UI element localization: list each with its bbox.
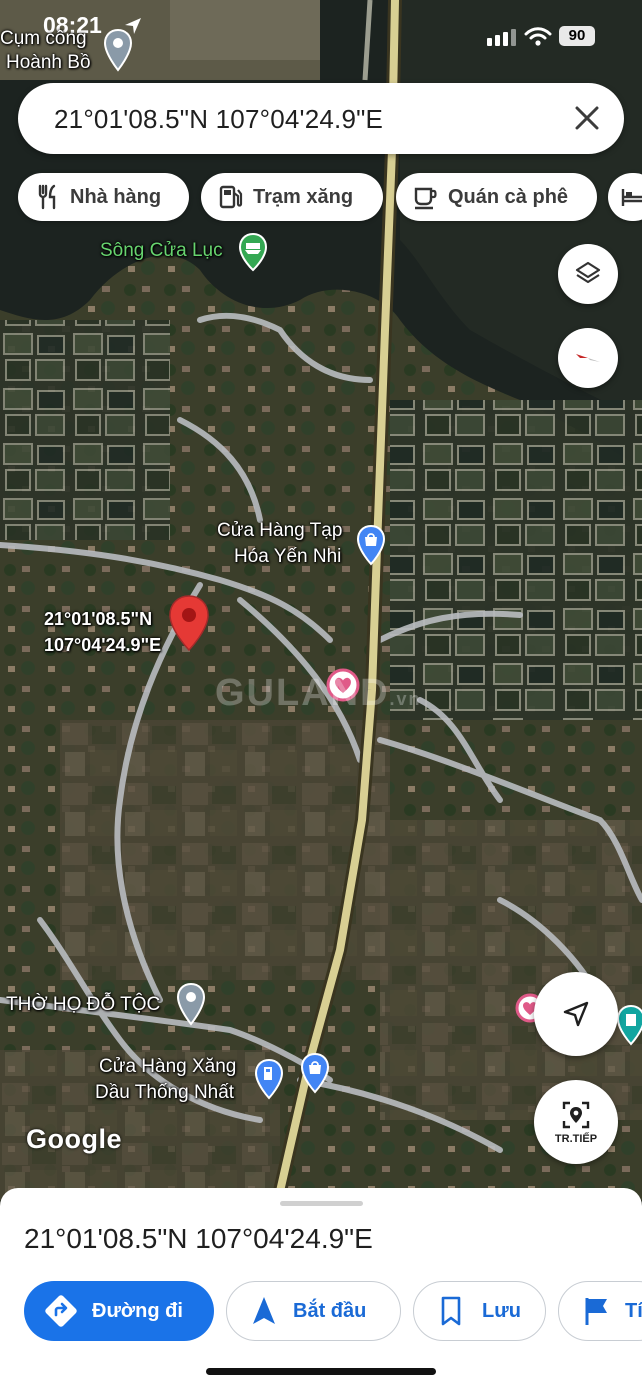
chip-label: Trạm xăng <box>253 185 354 208</box>
map-label-tho-ho[interactable]: THỜ HỌ ĐỖ TỘC <box>6 994 160 1016</box>
flag-icon <box>585 1298 607 1325</box>
coffee-icon <box>414 187 437 210</box>
search-query[interactable]: 21°01'08.5"N 107°04'24.9"E <box>54 104 383 135</box>
battery-indicator: 90 <box>559 26 595 46</box>
compass-icon <box>576 354 600 362</box>
dropped-pin-icon[interactable] <box>168 594 210 652</box>
place-pin-icon[interactable] <box>103 28 133 72</box>
chip-gas-stations[interactable]: Trạm xăng <box>201 173 383 221</box>
place-title: 21°01'08.5"N 107°04'24.9"E <box>24 1223 373 1254</box>
signal-bar-icon <box>511 29 516 46</box>
chip-restaurants[interactable]: Nhà hàng <box>18 173 189 221</box>
save-button[interactable]: Lưu <box>413 1281 546 1341</box>
place-sheet[interactable]: 21°01'08.5"N 107°04'24.9"E Đường đi Bắt … <box>0 1188 642 1389</box>
close-icon[interactable] <box>572 103 602 133</box>
chip-coffee[interactable]: Quán cà phê <box>396 173 597 221</box>
directions-icon <box>45 1295 77 1327</box>
label-button[interactable]: Tí <box>558 1281 642 1341</box>
pin-label-coord-lat[interactable]: 21°01'08.5"N <box>44 608 152 630</box>
layers-icon <box>575 261 601 284</box>
chip-label: Nhà hàng <box>70 185 162 208</box>
gas-station-icon <box>219 185 243 209</box>
wifi-icon <box>524 27 552 46</box>
watermark: GULAND.vn <box>215 672 422 715</box>
label-text: Tí <box>625 1299 642 1322</box>
directions-label: Đường đi <box>92 1299 183 1322</box>
status-bar: 08:21 90 <box>0 0 642 60</box>
gas-station-pin-icon[interactable] <box>254 1058 284 1100</box>
navigation-arrow-icon <box>563 1001 589 1027</box>
map-label-xang-2[interactable]: Dầu Thống Nhất <box>95 1082 234 1104</box>
signal-bar-icon <box>487 38 492 46</box>
save-label: Lưu <box>482 1299 521 1322</box>
map-label-hoanh-bo[interactable]: Hoành Bồ <box>6 52 91 74</box>
hotel-icon <box>621 189 642 206</box>
signal-bar-icon <box>503 32 508 46</box>
google-logo: Google <box>26 1124 122 1154</box>
my-location-button[interactable] <box>534 972 618 1056</box>
pin-label-coord-lon[interactable]: 107°04'24.9"E <box>44 634 161 656</box>
map-label-xang-1[interactable]: Cửa Hàng Xăng <box>99 1056 236 1078</box>
chip-label: Quán cà phê <box>448 185 569 208</box>
search-box[interactable]: 21°01'08.5"N 107°04'24.9"E <box>18 83 624 154</box>
map-label-tap-hoa-1[interactable]: Cửa Hàng Tạp <box>217 520 342 542</box>
watermark-suffix: .vn <box>389 689 422 709</box>
start-button[interactable]: Bắt đầu <box>226 1281 401 1341</box>
shopping-pin-icon[interactable] <box>300 1052 330 1094</box>
next-label: TR.TIẾP <box>554 1133 598 1145</box>
bookmark-icon <box>441 1296 461 1326</box>
map-label-cum-cong[interactable]: Cụm công <box>0 28 87 50</box>
layers-button[interactable] <box>558 244 618 304</box>
next-place-icon <box>562 1101 590 1129</box>
signal-bar-icon <box>495 35 500 46</box>
sheet-drag-handle[interactable] <box>280 1201 363 1206</box>
home-indicator <box>206 1368 436 1375</box>
next-button[interactable]: TR.TIẾP <box>534 1080 618 1164</box>
ferry-pin-icon[interactable] <box>238 232 268 272</box>
watermark-text: GULAND <box>215 672 390 714</box>
map-label-song-cua-luc[interactable]: Sông Cửa Lục <box>100 240 223 262</box>
directions-button[interactable]: Đường đi <box>24 1281 214 1341</box>
restaurant-icon <box>38 184 56 210</box>
shopping-pin-icon[interactable] <box>356 524 386 566</box>
navigation-arrow-icon <box>253 1297 275 1324</box>
start-label: Bắt đầu <box>293 1299 367 1322</box>
compass-button[interactable] <box>558 328 618 388</box>
landmark-pin-icon[interactable] <box>616 1004 642 1046</box>
map-label-tap-hoa-2[interactable]: Hóa Yến Nhi <box>234 546 341 568</box>
place-pin-icon[interactable] <box>176 982 206 1026</box>
